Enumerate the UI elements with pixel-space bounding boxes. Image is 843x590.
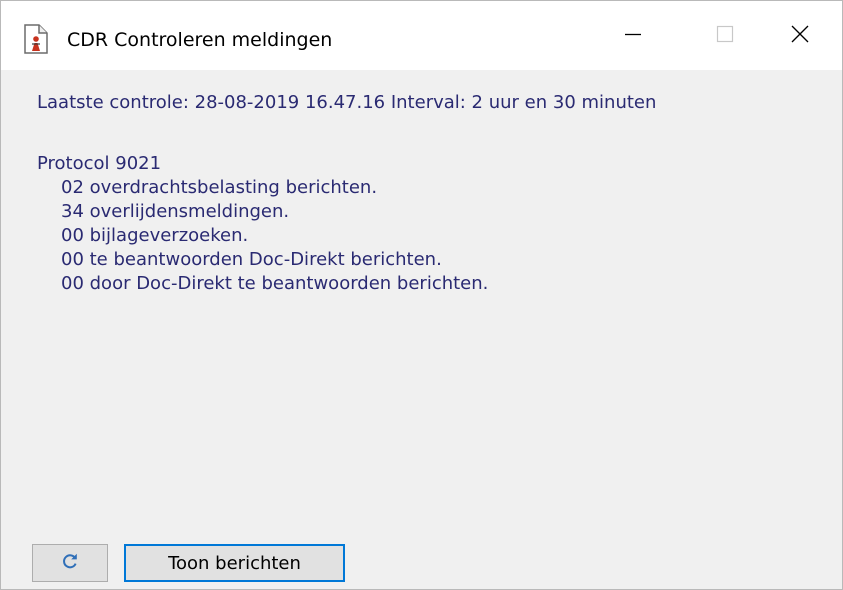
window-title: CDR Controleren meldingen bbox=[67, 29, 333, 51]
protocol-line-transfer-tax: 02 overdrachtsbelasting berichten. bbox=[61, 177, 378, 198]
protocol-line-to-answer: 00 te beantwoorden Doc-Direkt berichten. bbox=[61, 249, 442, 270]
refresh-button[interactable] bbox=[32, 544, 108, 582]
title-bar[interactable]: CDR Controleren meldingen bbox=[1, 1, 842, 70]
document-person-icon bbox=[24, 24, 50, 54]
protocol-line-attachment-requests: 00 bijlageverzoeken. bbox=[61, 225, 249, 246]
app-window: CDR Controleren meldingen Laatste contro… bbox=[0, 0, 843, 590]
refresh-icon bbox=[60, 551, 80, 576]
minimize-icon bbox=[623, 24, 643, 48]
protocol-heading: Protocol 9021 bbox=[37, 153, 162, 174]
close-button[interactable] bbox=[758, 1, 842, 70]
maximize-icon bbox=[715, 24, 735, 48]
show-messages-button[interactable]: Toon berichten bbox=[124, 544, 345, 582]
show-messages-label: Toon berichten bbox=[168, 552, 301, 574]
close-icon bbox=[790, 24, 810, 48]
last-check-status: Laatste controle: 28-08-2019 16.47.16 In… bbox=[37, 92, 657, 113]
minimize-button[interactable] bbox=[587, 1, 679, 70]
protocol-line-to-be-answered: 00 door Doc-Direkt te beantwoorden beric… bbox=[61, 273, 489, 294]
dialog-content: Laatste controle: 28-08-2019 16.47.16 In… bbox=[1, 70, 842, 589]
protocol-line-death-notices: 34 overlijdensmeldingen. bbox=[61, 201, 290, 222]
